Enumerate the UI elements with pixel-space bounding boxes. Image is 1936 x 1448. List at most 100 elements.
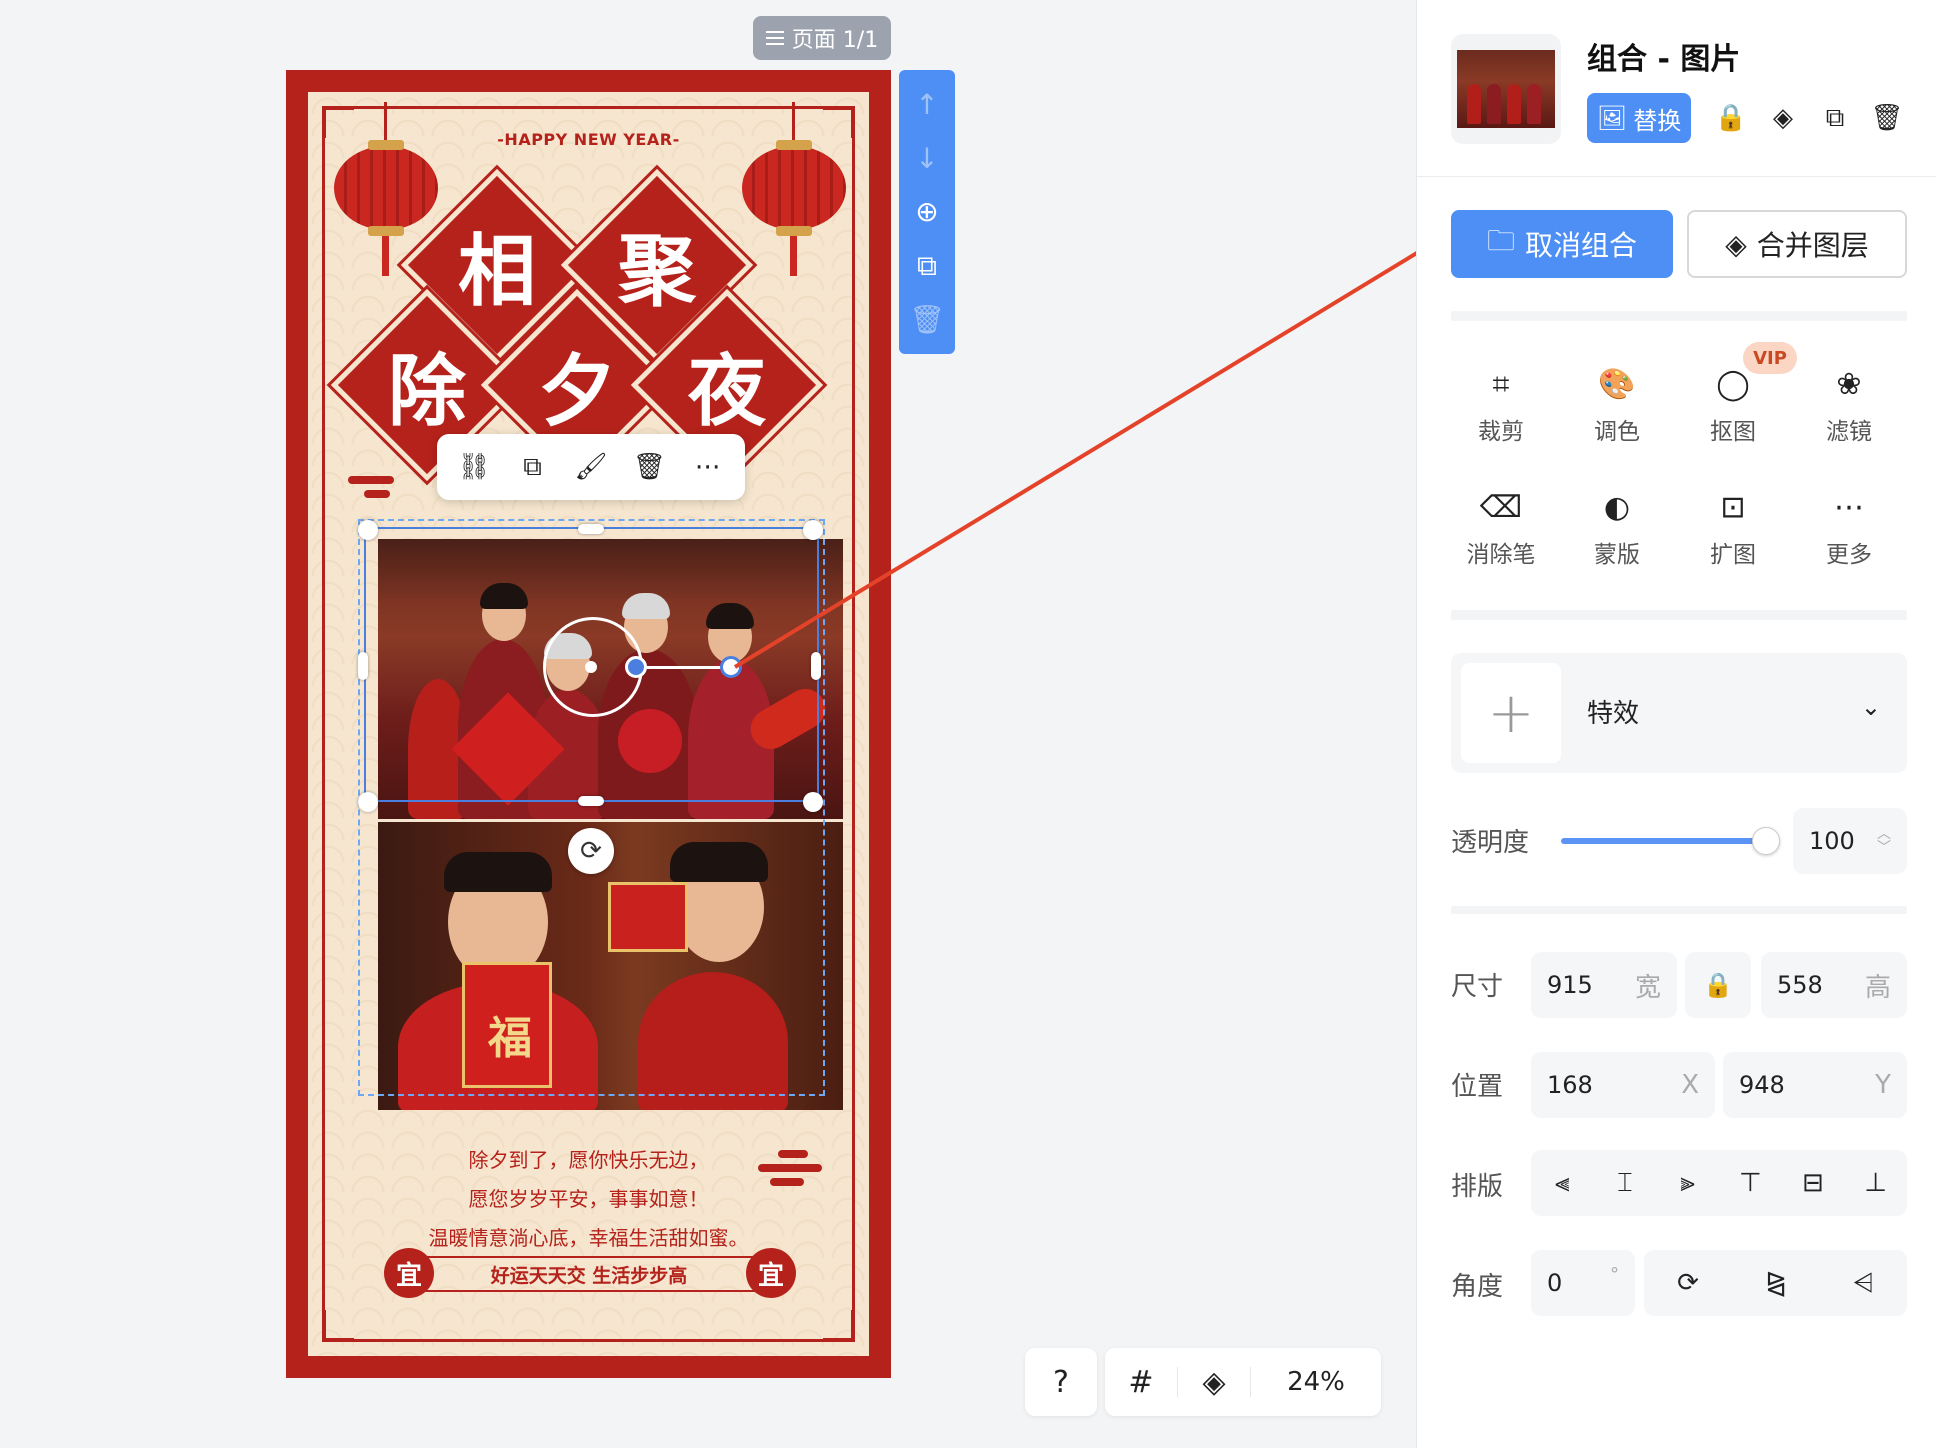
pan-end-handle[interactable]: [720, 656, 742, 678]
plus-icon: +: [1487, 680, 1535, 746]
resize-handle[interactable]: [358, 520, 378, 540]
slogan-text[interactable]: 好运天天交 生活步步高: [408, 1258, 770, 1290]
lantern-right[interactable]: [742, 102, 846, 276]
delete-button[interactable]: 🗑: [627, 445, 671, 489]
crop-icon: ⌗: [1492, 367, 1510, 402]
more-button[interactable]: ⋯: [686, 445, 730, 489]
width-value: 915: [1547, 971, 1593, 999]
page-indicator[interactable]: 页面 1/1: [753, 16, 891, 60]
position-label: 位置: [1451, 1072, 1504, 1102]
pan-guide-line: [637, 666, 731, 669]
merge-label: 合并图层: [1756, 229, 1869, 262]
eraser-tool[interactable]: ⌫ 消除笔: [1451, 485, 1551, 575]
format-painter-button[interactable]: 🖌: [569, 445, 613, 489]
resize-handle[interactable]: [578, 524, 604, 534]
help-group: ?: [1025, 1348, 1097, 1416]
selection-thumbnail: [1451, 34, 1561, 144]
position-y-input[interactable]: 948 Y: [1723, 1052, 1907, 1118]
resize-handle[interactable]: [811, 652, 821, 680]
greeting-line[interactable]: 温暖情意淌心底，幸福生活甜如蜜。: [308, 1222, 869, 1251]
width-input[interactable]: 915 宽: [1531, 952, 1677, 1018]
rotate-icon[interactable]: ⟳: [1677, 1268, 1699, 1298]
yi-badge-left[interactable]: 宜: [384, 1248, 434, 1298]
filter-tool[interactable]: ❀ 滤镜: [1799, 362, 1899, 452]
folder-icon: 🗀: [1486, 224, 1515, 257]
cloud-ornament: [348, 476, 394, 484]
expand-tool[interactable]: ⊡ 扩图: [1683, 485, 1783, 575]
resize-handle[interactable]: [803, 792, 823, 812]
arrow-down-icon: ↓: [915, 141, 939, 175]
canvas-area[interactable]: 页面 1/1 -HAPPY NEW YEAR- 相 聚 除 夕 夜 福 除夕到了…: [0, 0, 1416, 1448]
flip-vertical-icon[interactable]: ⩤: [1853, 1268, 1874, 1299]
color-adjust-tool[interactable]: 🎨 调色: [1567, 362, 1667, 452]
align-middle-v-icon[interactable]: ⊟: [1791, 1168, 1835, 1198]
align-center-h-icon[interactable]: ⌶: [1603, 1168, 1647, 1199]
unlink-icon: ⛓: [457, 452, 491, 482]
properties-panel: 组合 - 图片 🖼 替换 🔒 ◈ ⧉ 🗑 🗀 取消组合 ◈ 合并图层 ⌗ 裁剪 …: [1416, 0, 1936, 1448]
flip-horizontal-icon[interactable]: ⧎: [1765, 1268, 1787, 1298]
resize-handle[interactable]: [578, 796, 604, 806]
trash-icon: 🗑: [632, 452, 666, 482]
move-up-button[interactable]: ↑: [907, 85, 947, 125]
help-button[interactable]: ?: [1025, 1365, 1097, 1400]
trash-icon: 🗑: [1870, 103, 1904, 133]
add-effect-button[interactable]: +: [1461, 663, 1561, 763]
cloud-ornament: [770, 1178, 804, 1186]
grid-button[interactable]: #: [1105, 1365, 1177, 1400]
replace-label: 替换: [1633, 106, 1682, 135]
ungroup-button[interactable]: 🗀 取消组合: [1451, 210, 1673, 278]
merge-layers-button[interactable]: ◈ 合并图层: [1687, 210, 1907, 278]
cloud-ornament: [758, 1164, 822, 1172]
vip-badge: VIP: [1743, 342, 1797, 374]
height-value: 558: [1777, 971, 1823, 999]
refresh-icon: ⟳: [580, 836, 602, 866]
align-bottom-icon[interactable]: ⊥: [1854, 1168, 1898, 1198]
effect-dropdown[interactable]: + 特效 ⌄: [1451, 653, 1907, 773]
angle-unit: °: [1610, 1264, 1619, 1285]
position-x-input[interactable]: 168 X: [1531, 1052, 1715, 1118]
crop-tool[interactable]: ⌗ 裁剪: [1451, 362, 1551, 452]
mask-tool[interactable]: ◐ 蒙版: [1567, 485, 1667, 575]
swap-images-button[interactable]: ⟳: [568, 828, 614, 874]
resize-handle[interactable]: [358, 792, 378, 812]
align-right-icon[interactable]: ⫸: [1666, 1168, 1710, 1199]
angle-input[interactable]: 0 °: [1531, 1250, 1635, 1316]
page-side-tools: ↑ ↓ ⊕ ⧉ 🗑: [899, 70, 955, 354]
height-input[interactable]: 558 高: [1761, 952, 1907, 1018]
effect-label: 特效: [1587, 699, 1640, 729]
replace-button[interactable]: 🖼 替换: [1587, 93, 1691, 143]
paint-roller-icon: 🖌: [574, 452, 608, 482]
move-down-button[interactable]: ↓: [907, 138, 947, 178]
unlink-button[interactable]: ⛓: [452, 445, 496, 489]
resize-handle[interactable]: [803, 520, 823, 540]
copy-page-button[interactable]: ⧉: [907, 246, 947, 286]
layers-button[interactable]: ◈: [1178, 1365, 1250, 1400]
opacity-slider-track[interactable]: [1561, 838, 1769, 844]
opacity-slider-thumb[interactable]: [1752, 827, 1780, 855]
chevron-down-icon: ⌄: [1860, 693, 1881, 721]
angle-value: 0: [1547, 1269, 1563, 1297]
duplicate-button[interactable]: ⧉: [1817, 100, 1853, 136]
resize-handle[interactable]: [358, 652, 368, 680]
add-page-button[interactable]: ⊕: [907, 192, 947, 232]
stepper-icon[interactable]: ︿ ﹀: [1877, 827, 1891, 855]
align-top-icon[interactable]: ⊤: [1728, 1168, 1772, 1198]
opacity-input[interactable]: 100 ︿ ﹀: [1793, 808, 1907, 874]
align-left-icon[interactable]: ⫷: [1540, 1168, 1584, 1199]
layer-button[interactable]: ◈: [1765, 100, 1801, 136]
cloud-ornament: [778, 1150, 808, 1158]
delete-button[interactable]: 🗑: [1869, 100, 1905, 136]
palette-icon: 🎨: [1598, 367, 1636, 402]
delete-page-button[interactable]: 🗑: [907, 299, 947, 339]
greeting-line[interactable]: 愿您岁岁平安，事事如意！: [308, 1183, 869, 1212]
aspect-lock-button[interactable]: 🔒: [1685, 952, 1751, 1018]
more-tool[interactable]: ⋯ 更多: [1799, 485, 1899, 575]
page-indicator-label: 页面 1/1: [791, 28, 879, 53]
zoom-level[interactable]: 24%: [1251, 1367, 1381, 1397]
cutout-tool[interactable]: ◯ 抠图: [1683, 362, 1783, 452]
yi-badge-right[interactable]: 宜: [746, 1248, 796, 1298]
bottom-toolbar: ? # ◈ 24%: [1025, 1348, 1381, 1416]
duplicate-button[interactable]: ⧉: [511, 445, 555, 489]
pan-handle[interactable]: [625, 656, 647, 678]
lock-button[interactable]: 🔒: [1713, 100, 1749, 136]
